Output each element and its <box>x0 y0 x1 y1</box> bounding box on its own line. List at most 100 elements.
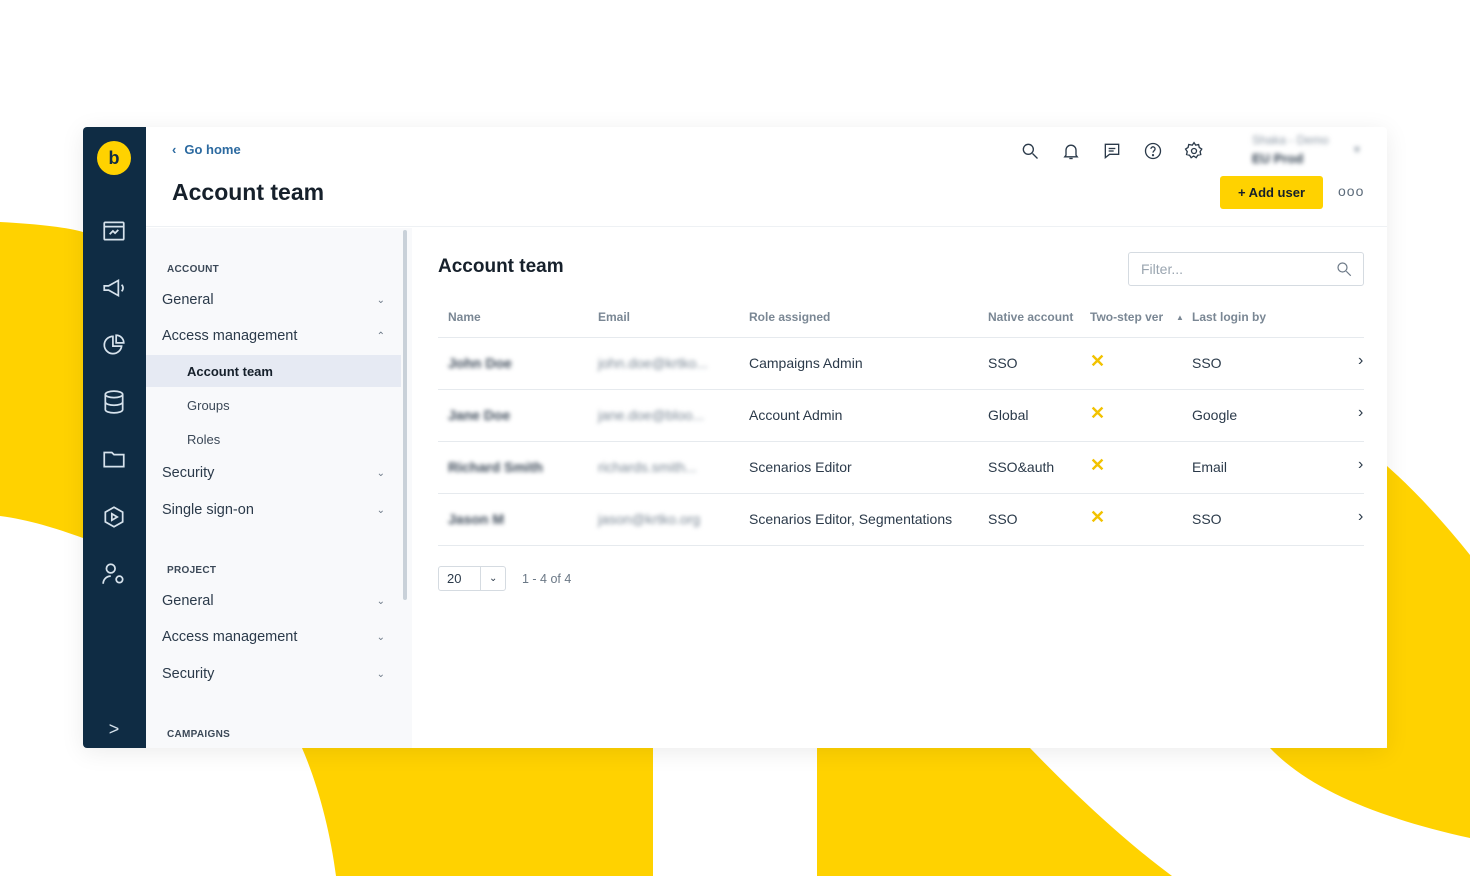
sidebar-item-project-general[interactable]: General ⌄ <box>146 585 401 617</box>
go-home-link[interactable]: ‹ Go home <box>172 142 241 157</box>
page-size-select[interactable]: 20 ⌄ <box>438 566 506 591</box>
table-header: Name Email Role assigned Native account … <box>438 298 1364 338</box>
database-icon[interactable] <box>100 388 128 416</box>
user-role: Scenarios Editor <box>749 459 852 475</box>
column-header-native-account[interactable]: Native account <box>988 310 1073 324</box>
column-header-role[interactable]: Role assigned <box>749 310 830 324</box>
sidebar-item-project-security[interactable]: Security ⌄ <box>146 658 401 690</box>
two-step-disabled-icon: ✕ <box>1090 455 1106 475</box>
account-org: Shaka - Demo <box>1252 133 1329 147</box>
page-title: Account team <box>172 179 325 205</box>
column-header-email[interactable]: Email <box>598 310 630 324</box>
sort-ascending-icon[interactable]: ▲ <box>1176 313 1184 322</box>
megaphone-icon[interactable] <box>100 274 128 302</box>
user-email: richards.smith... <box>598 459 697 475</box>
sidebar-item-single-sign-on[interactable]: Single sign-on ⌄ <box>146 494 401 526</box>
sidebar-item-project-access-management[interactable]: Access management ⌄ <box>146 621 401 653</box>
play-circle-icon[interactable] <box>100 503 128 531</box>
column-header-name[interactable]: Name <box>448 310 481 324</box>
go-home-label: Go home <box>184 142 241 157</box>
user-name: Jason M <box>448 511 505 527</box>
user-role: Scenarios Editor, Segmentations <box>749 511 953 527</box>
user-email: jason@krtko.org <box>598 511 701 527</box>
chevron-left-icon: ‹ <box>172 142 177 157</box>
search-icon[interactable] <box>1020 141 1042 163</box>
user-native-account: Global <box>988 407 1029 423</box>
sidebar-item-groups[interactable]: Groups <box>146 389 401 421</box>
search-icon <box>1335 260 1353 278</box>
chevron-right-icon[interactable]: › <box>1358 508 1363 526</box>
app-window: b > ‹ Go home Account team Shaka - Demo … <box>83 127 1387 748</box>
brand-logo[interactable]: b <box>97 141 131 175</box>
help-icon[interactable] <box>1143 141 1165 163</box>
user-role: Account Admin <box>749 407 843 423</box>
sidebar-item-label: Access management <box>162 328 298 344</box>
two-step-disabled-icon: ✕ <box>1090 507 1106 527</box>
chevron-right-icon[interactable]: › <box>1358 404 1363 422</box>
chevron-right-icon[interactable]: › <box>1358 456 1363 474</box>
page-header: ‹ Go home Account team Shaka - Demo EU Pr… <box>146 127 1387 227</box>
table-row[interactable]: Jane Doe jane.doe@bloo... Account Admin … <box>438 390 1364 442</box>
sidebar-item-label: Security <box>162 465 215 481</box>
sidebar-item-label: Security <box>162 666 215 682</box>
expand-rail-icon[interactable]: > <box>100 715 128 743</box>
chevron-down-icon: ⌄ <box>376 668 385 680</box>
main-content: Account team Name Email Role assigned Na… <box>413 228 1387 748</box>
gear-icon[interactable] <box>1184 141 1206 163</box>
sidebar-item-account-access-management[interactable]: Access management ⌃ <box>146 320 401 352</box>
chevron-right-icon[interactable]: › <box>1358 352 1363 370</box>
chevron-down-icon: ▼ <box>1352 145 1362 156</box>
user-native-account: SSO <box>988 355 1018 371</box>
user-email: jane.doe@bloo... <box>598 407 705 423</box>
page-range: 1 - 4 of 4 <box>522 571 572 586</box>
user-email: john.doe@krtko... <box>598 355 708 371</box>
section-label-campaigns: CAMPAIGNS <box>167 729 231 740</box>
chevron-down-icon: ⌄ <box>376 595 385 607</box>
sidebar-item-label: Single sign-on <box>162 502 254 518</box>
user-role: Campaigns Admin <box>749 355 863 371</box>
table-row[interactable]: Richard Smith richards.smith... Scenario… <box>438 442 1364 494</box>
more-options-icon[interactable]: ooo <box>1338 183 1364 199</box>
pagination: 20 ⌄ 1 - 4 of 4 <box>438 566 571 591</box>
settings-sidebar: ACCOUNT General ⌄ Access management ⌃ Ac… <box>146 228 412 748</box>
bell-icon[interactable] <box>1061 141 1083 163</box>
folder-icon[interactable] <box>100 445 128 473</box>
user-last-login: SSO <box>1192 355 1222 371</box>
user-name: John Doe <box>448 355 512 371</box>
chevron-down-icon: ⌄ <box>376 631 385 643</box>
chevron-up-icon: ⌃ <box>376 330 385 342</box>
user-name: Jane Doe <box>448 407 511 423</box>
filter-input[interactable] <box>1128 252 1364 286</box>
page-size-value: 20 <box>439 567 482 590</box>
user-last-login: Google <box>1192 407 1238 423</box>
chevron-down-icon: ⌄ <box>376 504 385 516</box>
sidebar-scrollbar[interactable] <box>403 230 407 600</box>
account-switcher[interactable]: Shaka - Demo EU Prod ▼ <box>1252 133 1362 169</box>
chevron-down-icon: ⌄ <box>489 573 498 584</box>
pie-chart-icon[interactable] <box>100 331 128 359</box>
column-header-last-login[interactable]: Last login by <box>1192 310 1266 324</box>
section-label-project: PROJECT <box>167 565 217 576</box>
user-native-account: SSO&auth <box>988 459 1055 475</box>
account-env: EU Prod <box>1252 151 1304 166</box>
table-row[interactable]: John Doe john.doe@krtko... Campaigns Adm… <box>438 338 1364 390</box>
column-header-two-step[interactable]: Two-step ver <box>1090 310 1163 324</box>
user-last-login: Email <box>1192 459 1228 475</box>
two-step-disabled-icon: ✕ <box>1090 351 1106 371</box>
add-user-button[interactable]: + Add user <box>1220 176 1323 209</box>
sidebar-item-account-general[interactable]: General ⌄ <box>146 284 401 316</box>
sidebar-item-roles[interactable]: Roles <box>146 423 401 455</box>
users-table: Name Email Role assigned Native account … <box>438 298 1364 546</box>
two-step-disabled-icon: ✕ <box>1090 403 1106 423</box>
section-label-account: ACCOUNT <box>167 264 220 275</box>
sidebar-item-account-security[interactable]: Security ⌄ <box>146 457 401 489</box>
user-native-account: SSO <box>988 511 1018 527</box>
table-row[interactable]: Jason M jason@krtko.org Scenarios Editor… <box>438 494 1364 546</box>
sidebar-item-label: Access management <box>162 629 298 645</box>
chat-icon[interactable] <box>1102 141 1124 163</box>
sidebar-item-account-team[interactable]: Account team <box>146 355 401 387</box>
user-settings-icon[interactable] <box>100 560 128 588</box>
dashboard-icon[interactable] <box>100 217 128 245</box>
section-title: Account team <box>438 256 564 277</box>
sidebar-item-label: General <box>162 292 214 308</box>
